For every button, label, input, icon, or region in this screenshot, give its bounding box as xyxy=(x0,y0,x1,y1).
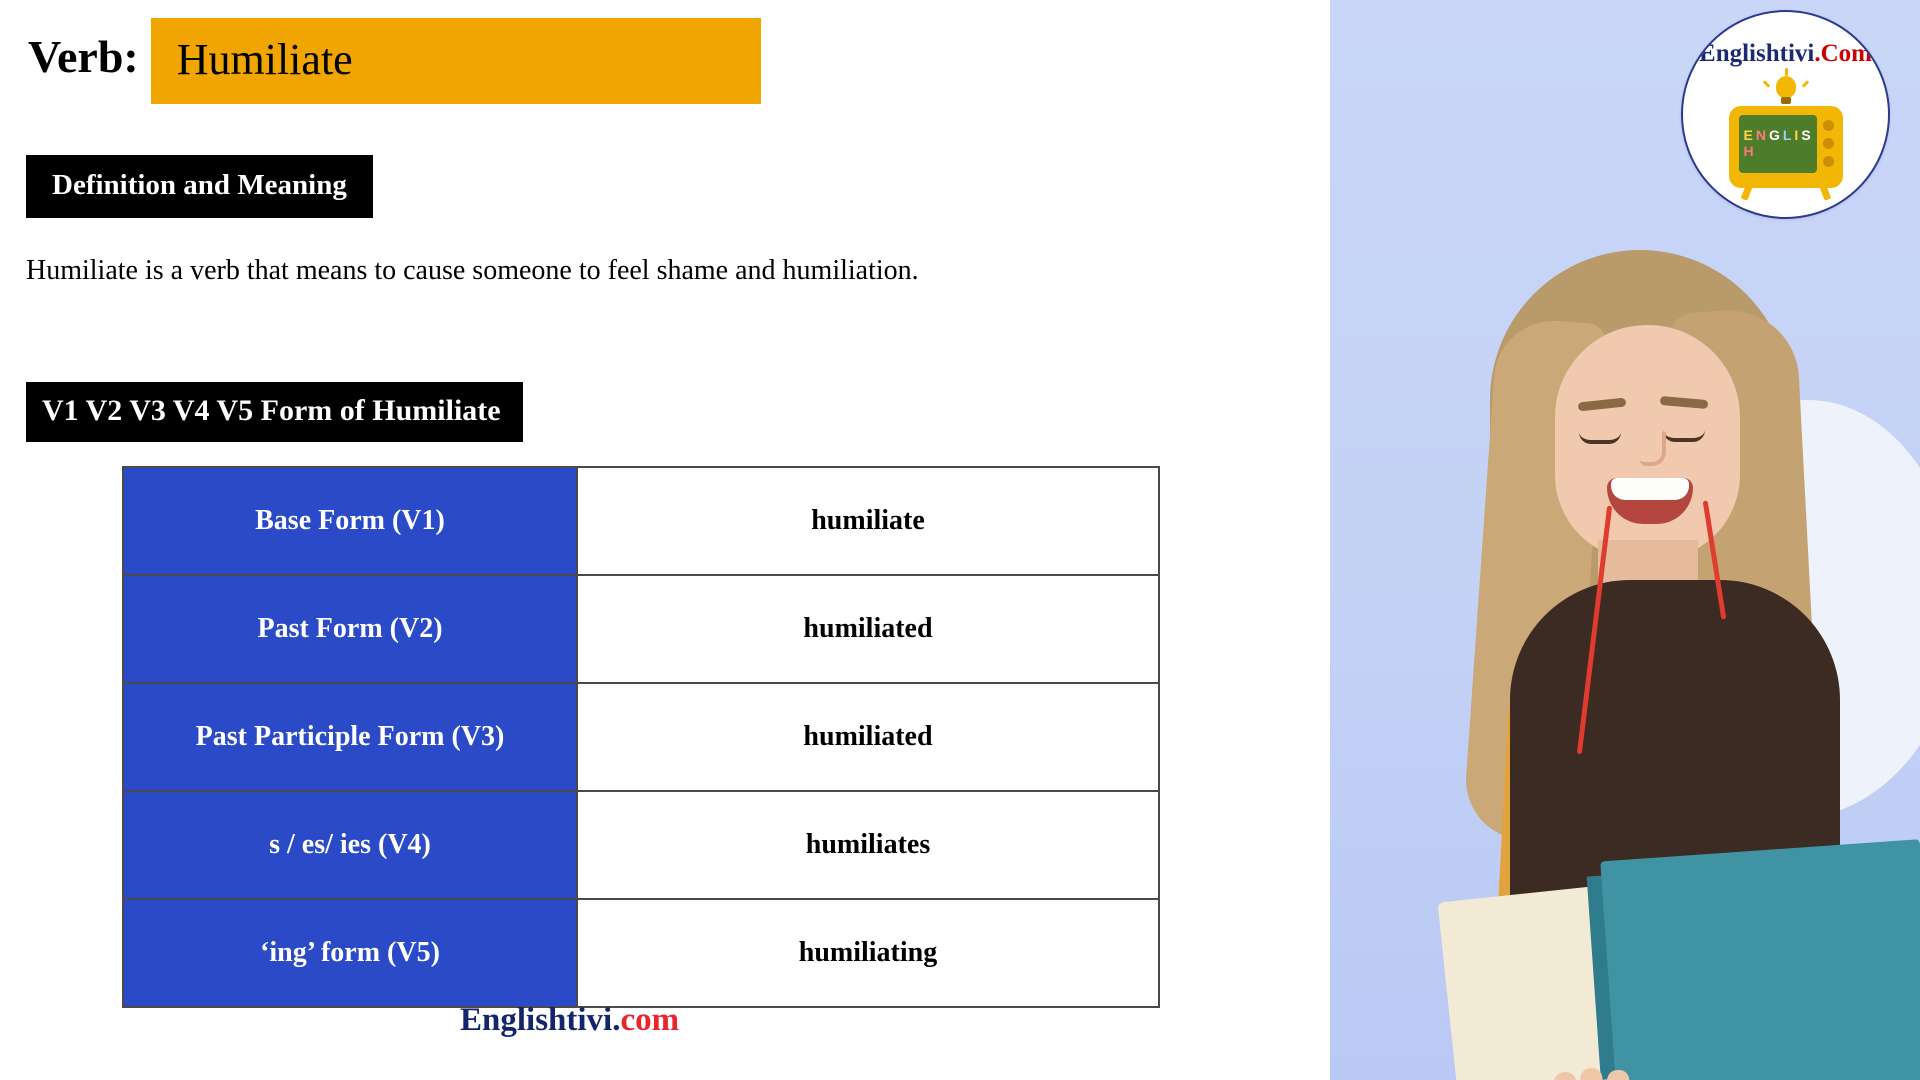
row-label-v5: ‘ing’ form (V5) xyxy=(122,898,578,1008)
row-value-v1: humiliate xyxy=(576,466,1160,576)
tv-letter-2: G xyxy=(1768,127,1781,143)
tv-body: E N G L I S H xyxy=(1728,106,1843,188)
englishtivi-logo: Englishtivi.Com E N G L I S H xyxy=(1681,10,1890,219)
definition-text: Humiliate is a verb that means to cause … xyxy=(26,255,919,286)
table-row: Base Form (V1) humiliate xyxy=(122,466,1160,576)
row-value-v5: humiliating xyxy=(576,898,1160,1008)
forms-heading: V1 V2 V3 V4 V5 Form of Humiliate xyxy=(26,382,523,442)
tv-leg-right xyxy=(1819,185,1831,201)
tv-letter-6: H xyxy=(1743,143,1755,159)
row-value-v2: humiliated xyxy=(576,574,1160,684)
nose xyxy=(1640,432,1666,466)
main-content: Verb: Humiliate Definition and Meaning H… xyxy=(0,0,1330,1080)
verb-value-highlight: Humiliate xyxy=(150,18,761,104)
tv-knob-2 xyxy=(1822,138,1834,149)
eye-left xyxy=(1579,432,1621,444)
bulb-ray-right xyxy=(1801,80,1809,88)
bulb-glass xyxy=(1775,76,1796,98)
definition-heading: Definition and Meaning xyxy=(26,155,373,218)
tv-knobs xyxy=(1822,120,1837,174)
bulb-ray-left xyxy=(1762,80,1770,88)
tv-letter-0: E xyxy=(1743,127,1754,143)
row-label-v2: Past Form (V2) xyxy=(122,574,578,684)
bulb-ray-top xyxy=(1784,68,1788,76)
tv-letter-5: S xyxy=(1801,127,1812,143)
photo-woman-reading-book xyxy=(1360,250,1920,1080)
row-label-v1: Base Form (V1) xyxy=(122,466,578,576)
tv-letter-3: L xyxy=(1782,127,1793,143)
footer-brand-main: Englishtivi xyxy=(460,1002,613,1038)
verb-header: Verb: Humiliate xyxy=(28,18,761,104)
tv-letter-1: N xyxy=(1755,127,1767,143)
table-row: Past Participle Form (V3) humiliated xyxy=(122,682,1160,792)
tv-legs xyxy=(1729,185,1843,201)
teeth xyxy=(1611,478,1689,500)
row-label-v4: s / es/ ies (V4) xyxy=(122,790,578,900)
tv-letter-4: I xyxy=(1794,127,1800,143)
bulb-base xyxy=(1780,97,1791,104)
row-value-v3: humiliated xyxy=(576,682,1160,792)
tv-leg-left xyxy=(1740,185,1752,201)
tv-screen: E N G L I S H xyxy=(1738,115,1817,173)
lightbulb-icon xyxy=(1762,68,1809,110)
eye-right xyxy=(1663,430,1705,442)
tv-screen-letters: E N G L I S H xyxy=(1743,127,1817,159)
right-image-panel: Englishtivi.Com E N G L I S H xyxy=(1330,0,1920,1080)
footer-brand: Englishtivi.com xyxy=(460,1002,679,1039)
tv-knob-1 xyxy=(1822,120,1834,131)
tv-illustration: E N G L I S H xyxy=(1721,68,1851,201)
table-row: s / es/ ies (V4) humiliates xyxy=(122,790,1160,900)
logo-text: Englishtivi.Com xyxy=(1683,40,1888,68)
logo-text-tld: Com xyxy=(1820,40,1872,67)
row-label-v3: Past Participle Form (V3) xyxy=(122,682,578,792)
verb-forms-table: Base Form (V1) humiliate Past Form (V2) … xyxy=(122,466,1160,1008)
row-value-v4: humiliates xyxy=(576,790,1160,900)
footer-brand-tld: com xyxy=(620,1002,680,1038)
tv-knob-3 xyxy=(1822,156,1834,167)
table-row: Past Form (V2) humiliated xyxy=(122,574,1160,684)
logo-text-main: Englishtivi xyxy=(1699,40,1815,67)
book-cover xyxy=(1600,839,1920,1080)
table-row: ‘ing’ form (V5) humiliating xyxy=(122,898,1160,1008)
verb-label: Verb: xyxy=(28,31,139,82)
